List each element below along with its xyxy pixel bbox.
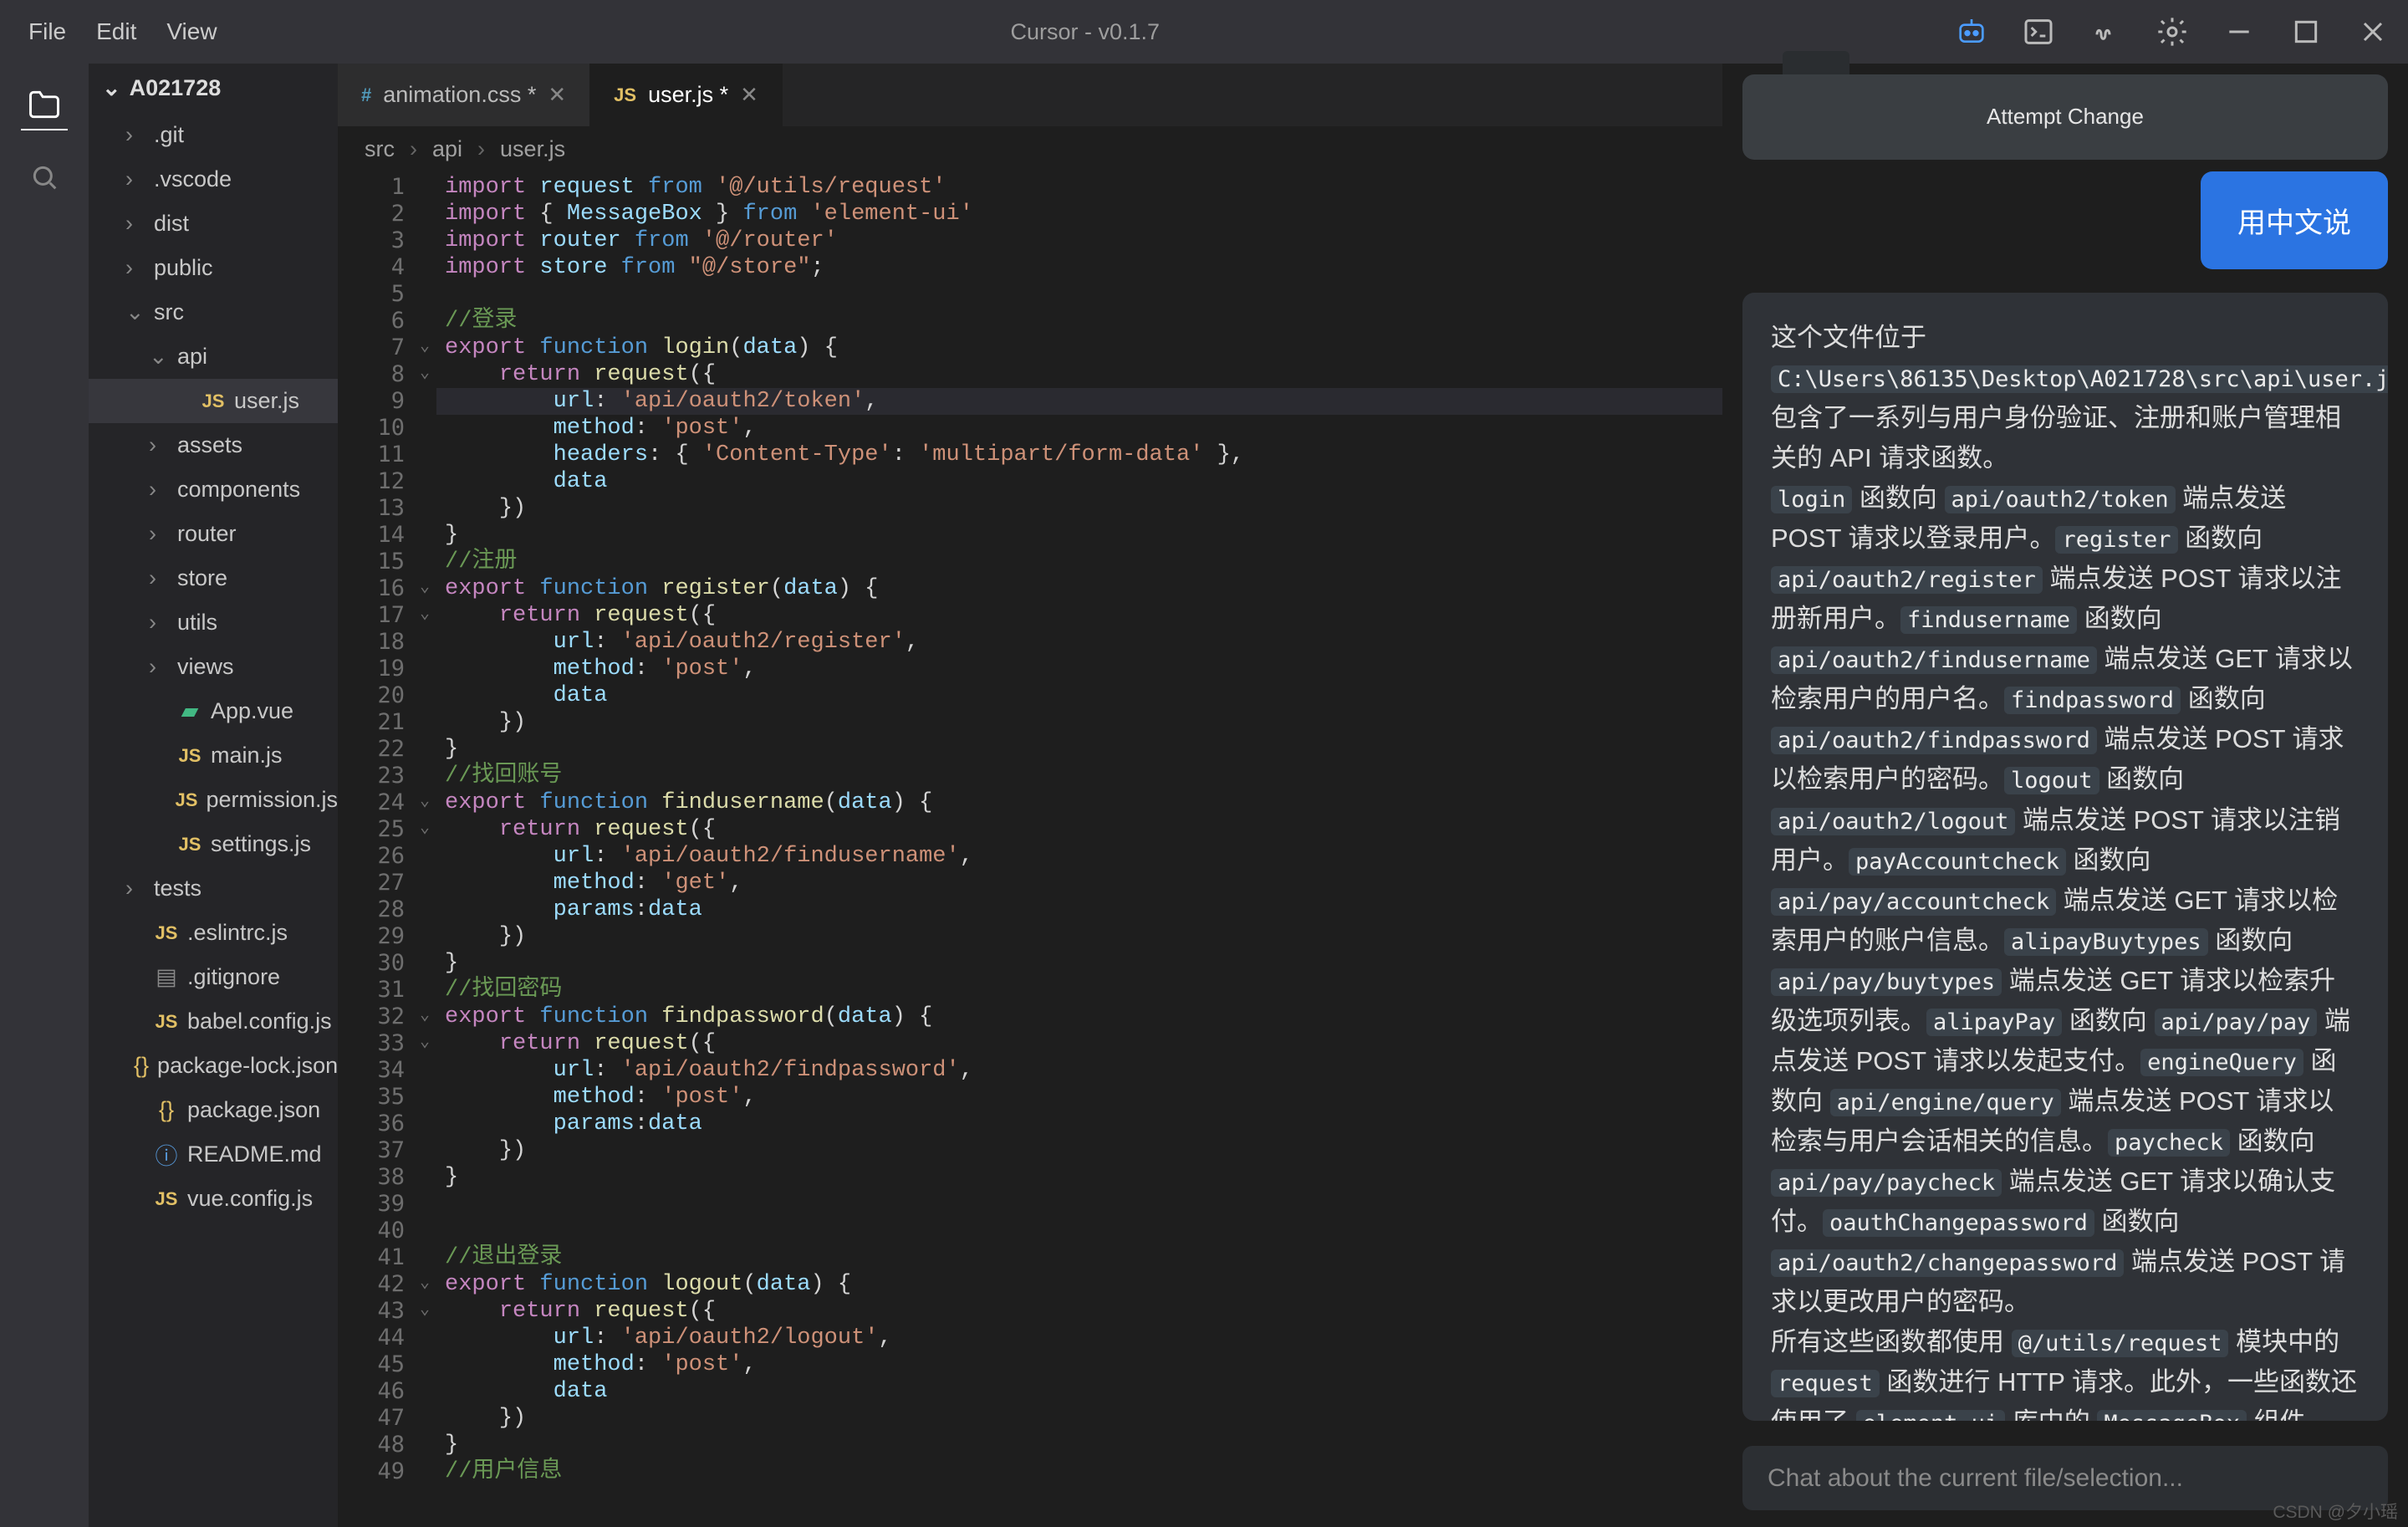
attempt-change-button[interactable]: Attempt Change [1742, 74, 2388, 160]
activity-bar [0, 64, 89, 1527]
folder-item[interactable]: ›views [89, 645, 338, 689]
folder-item[interactable]: ›assets [89, 423, 338, 467]
watermark: CSDN @夕小瑶 [2273, 1499, 2398, 1524]
file-item[interactable]: JSsettings.js [89, 822, 338, 866]
menu-bar: File Edit View [17, 18, 217, 45]
wave-icon[interactable] [2087, 13, 2124, 50]
file-item[interactable]: ⓘREADME.md [89, 1132, 338, 1177]
editor-tab[interactable]: #animation.css *✕ [338, 64, 590, 126]
folder-item[interactable]: ›.git [89, 113, 338, 157]
folder-item[interactable]: ›store [89, 556, 338, 600]
folder-item[interactable]: ⌄api [89, 335, 338, 379]
maximize-icon[interactable] [2288, 13, 2324, 50]
gear-icon[interactable] [2154, 13, 2191, 50]
chat-panel: Attempt Change 用中文说 这个文件位于 C:\Users\8613… [1722, 64, 2408, 1527]
folder-item[interactable]: ›utils [89, 600, 338, 645]
code-editor[interactable]: import request from '@/utils/request'imp… [436, 171, 1722, 1527]
tab-bar: #animation.css *✕JSuser.js *✕ [338, 64, 1722, 127]
menu-view[interactable]: View [166, 18, 217, 45]
file-item[interactable]: JS.eslintrc.js [89, 911, 338, 955]
search-icon[interactable] [21, 154, 68, 201]
file-item[interactable]: ▤.gitignore [89, 955, 338, 999]
tab-close-icon[interactable]: ✕ [548, 82, 566, 108]
editor-area: #animation.css *✕JSuser.js *✕ src› api› … [338, 64, 1722, 1527]
line-gutter: 1234567891011121314151617181920212223242… [338, 171, 413, 1527]
file-item[interactable]: JSmain.js [89, 733, 338, 778]
file-item[interactable]: JSuser.js [89, 379, 338, 423]
menu-file[interactable]: File [28, 18, 66, 45]
minimize-icon[interactable] [2221, 13, 2258, 50]
titlebar: File Edit View Cursor - v0.1.7 [0, 0, 2408, 64]
folder-item[interactable]: ›public [89, 246, 338, 290]
folder-item[interactable]: ›dist [89, 202, 338, 246]
file-item[interactable]: JSvue.config.js [89, 1177, 338, 1221]
ai-message: 这个文件位于 C:\Users\86135\Desktop\A021728\sr… [1742, 293, 2388, 1421]
file-item[interactable]: {}package.json [89, 1088, 338, 1132]
folder-item[interactable]: ›components [89, 467, 338, 512]
file-explorer: ⌄ A021728 ›.git›.vscode›dist›public⌄src⌄… [89, 64, 338, 1527]
file-item[interactable]: JSpermission.js [89, 778, 338, 822]
explorer-folder-icon[interactable] [21, 84, 68, 130]
window-title: Cursor - v0.1.7 [217, 19, 1953, 45]
ai-robot-icon[interactable] [1953, 13, 1990, 50]
tab-close-icon[interactable]: ✕ [740, 82, 758, 108]
folder-item[interactable]: ›router [89, 512, 338, 556]
fold-column[interactable]: ⌄⌄⌄⌄⌄⌄⌄⌄⌄⌄ [413, 171, 436, 1527]
user-message: 用中文说 [2201, 171, 2388, 269]
editor-tab[interactable]: JSuser.js *✕ [590, 64, 783, 126]
folder-item[interactable]: ›.vscode [89, 157, 338, 202]
file-item[interactable]: {}package-lock.json [89, 1044, 338, 1088]
breadcrumb[interactable]: src› api› user.js [338, 127, 1722, 171]
file-item[interactable]: ▰App.vue [89, 689, 338, 733]
folder-item[interactable]: ›tests [89, 866, 338, 911]
file-item[interactable]: JSbabel.config.js [89, 999, 338, 1044]
workspace-root[interactable]: ⌄ A021728 [89, 64, 338, 113]
terminal-icon[interactable] [2020, 13, 2057, 50]
menu-edit[interactable]: Edit [96, 18, 136, 45]
close-icon[interactable] [2354, 13, 2391, 50]
folder-item[interactable]: ⌄src [89, 290, 338, 335]
